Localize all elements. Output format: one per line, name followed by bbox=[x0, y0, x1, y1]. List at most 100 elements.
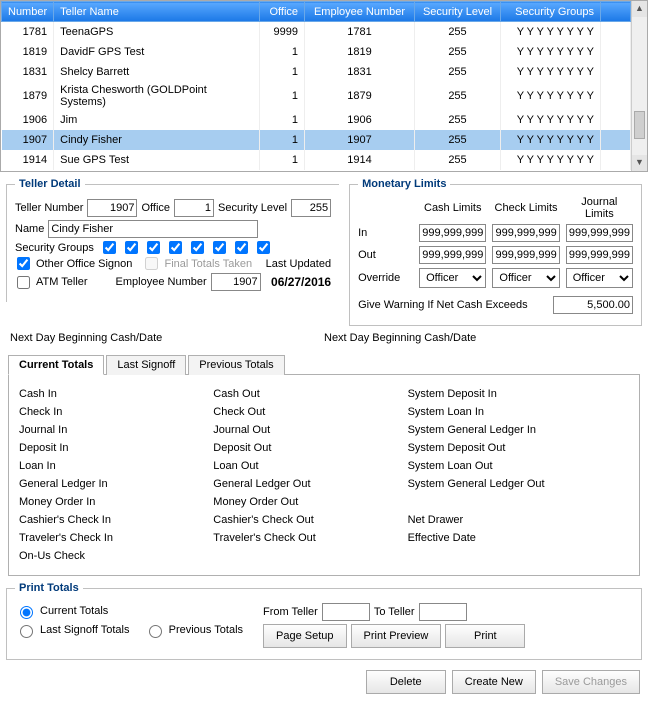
tab-previous-totals[interactable]: Previous Totals bbox=[188, 355, 284, 375]
warning-value-input[interactable] bbox=[553, 296, 633, 314]
print-previous-radio[interactable] bbox=[149, 625, 162, 638]
col-teller-name[interactable]: Teller Name bbox=[54, 2, 260, 22]
totals-item: System Deposit In bbox=[408, 385, 629, 403]
print-current-radio[interactable] bbox=[20, 606, 33, 619]
print-previous-label[interactable]: Previous Totals bbox=[169, 624, 243, 636]
security-level-input[interactable] bbox=[291, 199, 331, 217]
col-spacer bbox=[601, 2, 631, 22]
teller-number-input[interactable] bbox=[87, 199, 137, 217]
totals-item: On-Us Check bbox=[19, 547, 189, 565]
totals-item: Loan Out bbox=[213, 457, 383, 475]
atm-teller-checkbox[interactable] bbox=[17, 276, 30, 289]
out-cash-input[interactable] bbox=[419, 246, 486, 264]
security-group-checkbox-2[interactable] bbox=[125, 241, 138, 254]
col-number[interactable]: Number bbox=[2, 2, 54, 22]
page-setup-button[interactable]: Page Setup bbox=[263, 624, 347, 648]
totals-item: System Loan In bbox=[408, 403, 629, 421]
print-legend: Print Totals bbox=[15, 582, 83, 594]
out-check-input[interactable] bbox=[492, 246, 559, 264]
hdr-cash: Cash Limits bbox=[419, 202, 486, 214]
totals-item: Journal Out bbox=[213, 421, 383, 439]
label-last-updated: Last Updated bbox=[266, 258, 331, 270]
grid-scrollbar[interactable]: ▲ ▼ bbox=[631, 1, 647, 171]
table-row[interactable]: 1879Krista Chesworth (GOLDPoint Systems)… bbox=[2, 82, 631, 110]
override-cash-select[interactable]: Officer bbox=[419, 268, 486, 288]
totals-item: Check In bbox=[19, 403, 189, 421]
label-final-totals: Final Totals Taken bbox=[164, 258, 252, 270]
label-employee-number: Employee Number bbox=[116, 276, 207, 288]
col-sec-level[interactable]: Security Level bbox=[415, 2, 501, 22]
table-row[interactable]: 1907Cindy Fisher11907255Y Y Y Y Y Y Y Y bbox=[2, 130, 631, 150]
totals-item bbox=[408, 493, 629, 511]
totals-item: Traveler's Check In bbox=[19, 529, 189, 547]
other-office-checkbox[interactable] bbox=[17, 257, 30, 270]
totals-item: System Loan Out bbox=[408, 457, 629, 475]
monetary-limits-group: Monetary Limits Cash Limits Check Limits… bbox=[349, 178, 642, 326]
totals-item: Deposit In bbox=[19, 439, 189, 457]
label-teller-number: Teller Number bbox=[15, 202, 83, 214]
in-cash-input[interactable] bbox=[419, 224, 486, 242]
totals-item: Cash Out bbox=[213, 385, 383, 403]
table-row[interactable]: 1781TeenaGPS99991781255Y Y Y Y Y Y Y Y bbox=[2, 22, 631, 42]
grid-header-row[interactable]: Number Teller Name Office Employee Numbe… bbox=[2, 2, 631, 22]
security-group-checkbox-4[interactable] bbox=[169, 241, 182, 254]
totals-item: Cashier's Check Out bbox=[213, 511, 383, 529]
col-emp-no[interactable]: Employee Number bbox=[305, 2, 415, 22]
label-name: Name bbox=[15, 223, 44, 235]
security-group-checkbox-7[interactable] bbox=[235, 241, 248, 254]
totals-item: General Ledger In bbox=[19, 475, 189, 493]
print-preview-button[interactable]: Print Preview bbox=[351, 624, 442, 648]
name-input[interactable] bbox=[48, 220, 258, 238]
from-teller-label: From Teller bbox=[263, 606, 318, 618]
print-button[interactable]: Print bbox=[445, 624, 525, 648]
scroll-down-arrow-icon[interactable]: ▼ bbox=[632, 155, 647, 171]
security-group-checkbox-3[interactable] bbox=[147, 241, 160, 254]
create-new-button[interactable]: Create New bbox=[452, 670, 536, 694]
col-office[interactable]: Office bbox=[260, 2, 305, 22]
table-row[interactable]: 1906Jim11906255Y Y Y Y Y Y Y Y bbox=[2, 110, 631, 130]
hdr-check: Check Limits bbox=[492, 202, 559, 214]
next-day-left: Next Day Beginning Cash/Date bbox=[10, 332, 324, 344]
override-journal-select[interactable]: Officer bbox=[566, 268, 633, 288]
print-current-label[interactable]: Current Totals bbox=[40, 605, 108, 617]
security-group-checkbox-6[interactable] bbox=[213, 241, 226, 254]
totals-item: Effective Date bbox=[408, 529, 629, 547]
security-group-checkbox-1[interactable] bbox=[103, 241, 116, 254]
label-office: Office bbox=[141, 202, 170, 214]
table-row[interactable]: 1819DavidF GPS Test11819255Y Y Y Y Y Y Y… bbox=[2, 42, 631, 62]
row-override-label: Override bbox=[358, 272, 413, 284]
scroll-up-arrow-icon[interactable]: ▲ bbox=[632, 1, 647, 17]
totals-item: System Deposit Out bbox=[408, 439, 629, 457]
to-teller-label: To Teller bbox=[374, 606, 415, 618]
hdr-journal: Journal Limits bbox=[566, 196, 633, 220]
label-other-office[interactable]: Other Office Signon bbox=[36, 258, 132, 270]
in-journal-input[interactable] bbox=[566, 224, 633, 242]
in-check-input[interactable] bbox=[492, 224, 559, 242]
last-updated-value: 06/27/2016 bbox=[271, 275, 331, 289]
totals-item: Net Drawer bbox=[408, 511, 629, 529]
tab-current-totals[interactable]: Current Totals bbox=[8, 355, 104, 375]
table-row[interactable]: 1914Sue GPS Test11914255Y Y Y Y Y Y Y Y bbox=[2, 150, 631, 170]
delete-button[interactable]: Delete bbox=[366, 670, 446, 694]
print-last-signoff-label[interactable]: Last Signoff Totals bbox=[40, 624, 130, 636]
override-check-select[interactable]: Officer bbox=[492, 268, 559, 288]
totals-item: System General Ledger Out bbox=[408, 475, 629, 493]
scroll-thumb[interactable] bbox=[634, 111, 645, 139]
out-journal-input[interactable] bbox=[566, 246, 633, 264]
to-teller-input[interactable] bbox=[419, 603, 467, 621]
security-group-checkbox-8[interactable] bbox=[257, 241, 270, 254]
col-sec-groups[interactable]: Security Groups bbox=[501, 2, 601, 22]
label-atm-teller[interactable]: ATM Teller bbox=[36, 276, 88, 288]
table-row[interactable]: 1831Shelcy Barrett11831255Y Y Y Y Y Y Y … bbox=[2, 62, 631, 82]
row-in-label: In bbox=[358, 227, 413, 239]
print-last-signoff-radio[interactable] bbox=[20, 625, 33, 638]
from-teller-input[interactable] bbox=[322, 603, 370, 621]
office-input[interactable] bbox=[174, 199, 214, 217]
teller-grid[interactable]: Number Teller Name Office Employee Numbe… bbox=[0, 0, 648, 172]
tab-last-signoff[interactable]: Last Signoff bbox=[106, 355, 186, 375]
label-security-level: Security Level bbox=[218, 202, 287, 214]
employee-number-input[interactable] bbox=[211, 273, 261, 291]
security-group-checkbox-5[interactable] bbox=[191, 241, 204, 254]
totals-item: Journal In bbox=[19, 421, 189, 439]
totals-item: Cash In bbox=[19, 385, 189, 403]
